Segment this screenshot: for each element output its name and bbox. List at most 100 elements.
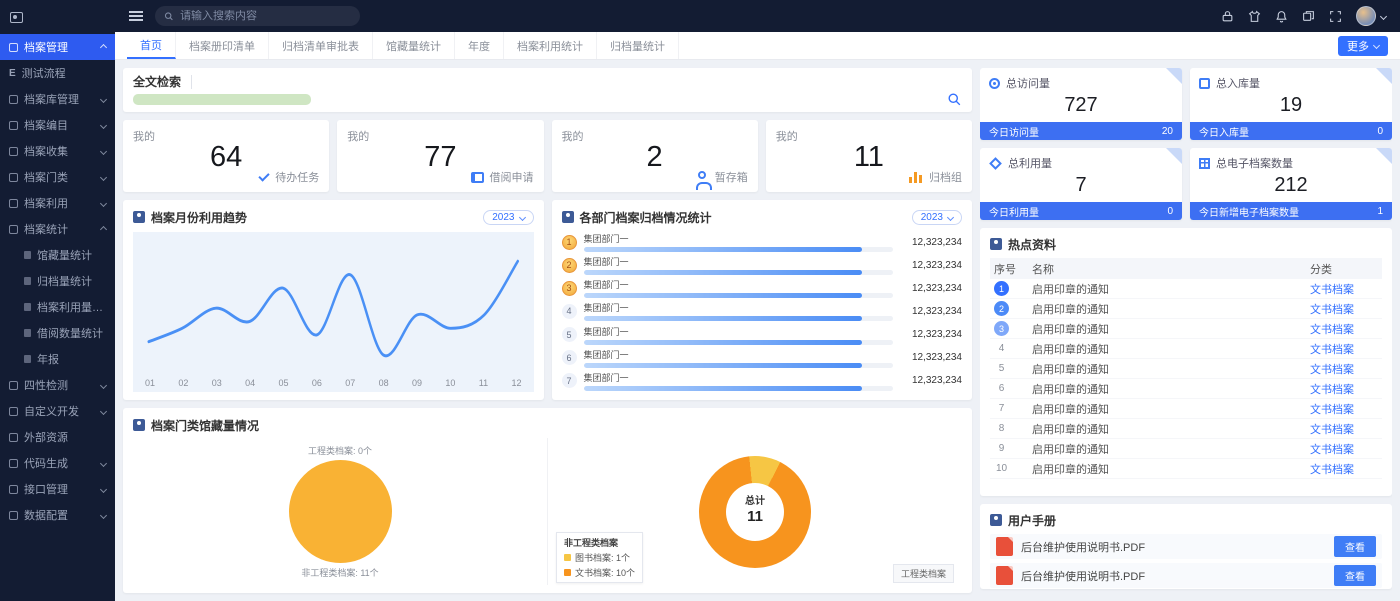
sidebar-item[interactable]: 四性检测 bbox=[0, 372, 115, 398]
tab[interactable]: 归档清单审批表 bbox=[269, 32, 373, 59]
hot-category-link[interactable]: 文书档案 bbox=[1310, 461, 1378, 477]
fulltext-search-tab[interactable]: 全文检索 bbox=[133, 73, 181, 90]
tab[interactable]: 年度 bbox=[455, 32, 504, 59]
archive-bars-icon bbox=[914, 172, 917, 183]
search-icon bbox=[164, 11, 174, 22]
month-label: 08 bbox=[379, 378, 389, 388]
sidebar-item[interactable]: 档案管理 bbox=[0, 34, 115, 60]
tab[interactable]: 档案册印清单 bbox=[176, 32, 269, 59]
rank-number: 4 bbox=[994, 343, 1009, 354]
tab[interactable]: 档案利用统计 bbox=[504, 32, 597, 59]
sidebar-item[interactable]: 数据配置 bbox=[0, 502, 115, 528]
sidebar-item[interactable]: 档案收集 bbox=[0, 138, 115, 164]
sidebar-item[interactable]: 接口管理 bbox=[0, 476, 115, 502]
hot-table-header: 序号 名称 分类 bbox=[990, 258, 1382, 279]
sidebar-item[interactable]: 代码生成 bbox=[0, 450, 115, 476]
donut-legend: 非工程类档案 图书档案: 1个 文书档案: 10个 bbox=[556, 532, 643, 583]
dept-bar-row: 5 集团部门一 12,323,234 bbox=[562, 324, 963, 346]
borrow-book-icon bbox=[471, 172, 484, 183]
chevron-icon bbox=[100, 485, 107, 492]
corner-fold-icon bbox=[1376, 68, 1392, 84]
metric-card: 总访问量 727 今日访问量 20 bbox=[980, 68, 1182, 140]
sidebar-item[interactable]: E 测试流程 bbox=[0, 60, 115, 86]
sidebar-item[interactable]: 档案编目 bbox=[0, 112, 115, 138]
sidebar-item[interactable]: 档案门类 bbox=[0, 164, 115, 190]
view-button[interactable]: 查看 bbox=[1334, 565, 1376, 586]
hot-doc-name: 启用印章的通知 bbox=[1032, 461, 1310, 477]
dept-bar-row: 1 集团部门一 12,323,234 bbox=[562, 231, 963, 253]
hot-category-link[interactable]: 文书档案 bbox=[1310, 361, 1378, 377]
hot-category-link[interactable]: 文书档案 bbox=[1310, 401, 1378, 417]
fullscreen-icon[interactable] bbox=[1329, 10, 1342, 23]
metric-today-value: 1 bbox=[1377, 206, 1383, 217]
rank-badge: 6 bbox=[562, 350, 577, 365]
legend-item: 文书档案: 10个 bbox=[564, 566, 635, 579]
hot-category-link[interactable]: 文书档案 bbox=[1310, 381, 1378, 397]
custom-dev-icon bbox=[9, 407, 18, 416]
inbound-icon bbox=[1199, 78, 1210, 89]
screenshot-icon[interactable] bbox=[1302, 10, 1315, 23]
bell-icon[interactable] bbox=[1275, 10, 1288, 23]
global-search-input[interactable] bbox=[180, 10, 351, 22]
sidebar-item[interactable]: 自定义开发 bbox=[0, 398, 115, 424]
sidebar-item[interactable]: 档案利用 bbox=[0, 190, 115, 216]
sidebar-subitem[interactable]: 归档量统计 bbox=[0, 268, 115, 294]
trend-year-select[interactable]: 2023 bbox=[483, 210, 533, 225]
sidebar-subitem[interactable]: 借阅数量统计 bbox=[0, 320, 115, 346]
menu-toggle-icon[interactable] bbox=[129, 11, 143, 21]
tab[interactable]: 归档量统计 bbox=[597, 32, 679, 59]
sidebar-subitem[interactable]: 档案利用量统计 bbox=[0, 294, 115, 320]
stat-card[interactable]: 我的 2 暂存箱 bbox=[552, 120, 758, 192]
search-submit-icon[interactable] bbox=[947, 92, 962, 107]
hot-category-link[interactable]: 文书档案 bbox=[1310, 301, 1378, 317]
sidebar-subitem[interactable]: 馆藏量统计 bbox=[0, 242, 115, 268]
tab[interactable]: 首页 bbox=[127, 32, 176, 59]
sidebar-item[interactable]: 档案统计 bbox=[0, 216, 115, 242]
rank-number: 9 bbox=[994, 443, 1009, 454]
pdf-icon bbox=[996, 537, 1013, 556]
hot-row: 3 启用印章的通知 文书档案 bbox=[990, 319, 1382, 339]
visits-icon bbox=[989, 78, 1000, 89]
right-column: 总访问量 727 今日访问量 20 总入库量 19 今日入库量 0 总利用量 7… bbox=[980, 68, 1392, 593]
donut-section: 总计 11 非工程类档案 图书档案: 1个 文书档案: 10个 工程类档案 bbox=[548, 438, 962, 585]
hot-category-link[interactable]: 文书档案 bbox=[1310, 421, 1378, 437]
manual-rows: 后台维护使用说明书.PDF 查看 后台维护使用说明书.PDF 查看 bbox=[990, 534, 1382, 588]
view-button[interactable]: 查看 bbox=[1334, 536, 1376, 557]
charts-row: 档案月份利用趋势 2023 010203040506070809101112 bbox=[123, 200, 972, 400]
sidebar-item[interactable]: 档案库管理 bbox=[0, 86, 115, 112]
legend-items: 图书档案: 1个 文书档案: 10个 bbox=[564, 551, 635, 579]
hot-category-link[interactable]: 文书档案 bbox=[1310, 281, 1378, 297]
chevron-icon bbox=[100, 121, 107, 128]
main-area: 首页档案册印清单归档清单审批表馆藏量统计年度档案利用统计归档量统计 更多 全文检… bbox=[115, 0, 1400, 601]
stat-card[interactable]: 我的 64 待办任务 bbox=[123, 120, 329, 192]
user-menu[interactable] bbox=[1356, 6, 1386, 26]
hot-category-link[interactable]: 文书档案 bbox=[1310, 341, 1378, 357]
sidebar-subitem[interactable]: 年报 bbox=[0, 346, 115, 372]
more-button[interactable]: 更多 bbox=[1338, 36, 1388, 56]
test-flow-icon: E bbox=[9, 69, 16, 78]
hot-category-link[interactable]: 文书档案 bbox=[1310, 441, 1378, 457]
dept-title: 各部门档案归档情况统计 bbox=[580, 209, 712, 226]
rank-number: 10 bbox=[994, 463, 1009, 474]
rank-number: 7 bbox=[994, 403, 1009, 414]
hot-category-link[interactable]: 文书档案 bbox=[1310, 321, 1378, 337]
rank-number: 5 bbox=[994, 363, 1009, 374]
doc-icon bbox=[24, 251, 31, 259]
tab[interactable]: 馆藏量统计 bbox=[373, 32, 455, 59]
dept-year-select[interactable]: 2023 bbox=[912, 210, 962, 225]
month-label: 06 bbox=[312, 378, 322, 388]
hot-doc-name: 启用印章的通知 bbox=[1032, 361, 1310, 377]
stat-card[interactable]: 我的 11 归档组 bbox=[766, 120, 972, 192]
stat-card[interactable]: 我的 77 借阅申请 bbox=[337, 120, 543, 192]
stat-label: 待办任务 bbox=[275, 169, 319, 185]
sidebar-item[interactable]: 外部资源 bbox=[0, 424, 115, 450]
hot-row: 9 启用印章的通知 文书档案 bbox=[990, 439, 1382, 459]
theme-skin-icon[interactable] bbox=[1248, 10, 1261, 23]
lock-icon[interactable] bbox=[1221, 10, 1234, 23]
global-search[interactable] bbox=[155, 6, 360, 26]
dept-panel-icon bbox=[562, 211, 574, 223]
chevron-icon bbox=[100, 199, 107, 206]
donut-center: 总计 11 bbox=[745, 496, 765, 527]
category-panel: 档案门类馆藏量情况 工程类档案: 0个 非工程类档案: 11个 总计 bbox=[123, 408, 972, 593]
metric-today-value: 20 bbox=[1162, 126, 1173, 137]
